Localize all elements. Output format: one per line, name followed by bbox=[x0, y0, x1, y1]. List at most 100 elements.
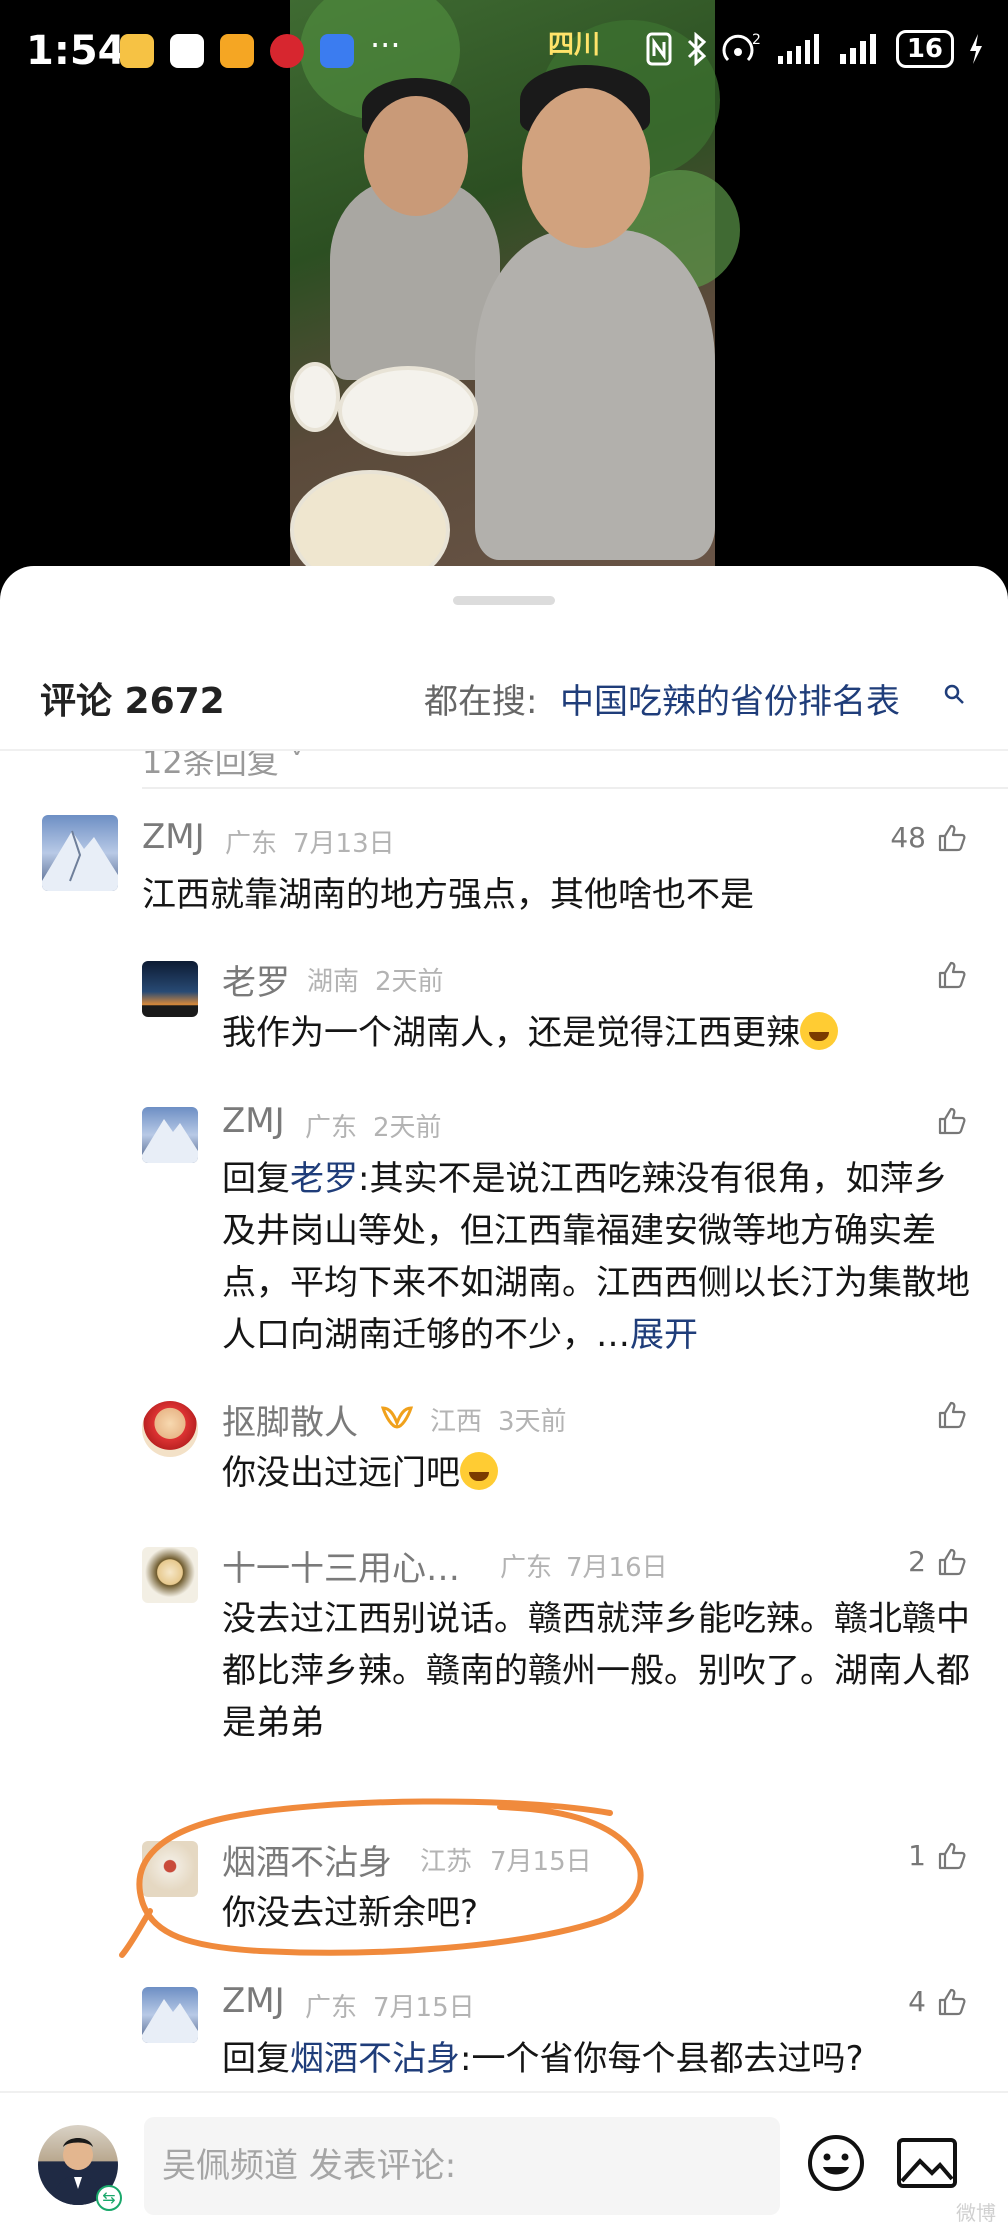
emoji-icon[interactable] bbox=[806, 2133, 866, 2193]
trending-search-link[interactable]: 中国吃辣的省份排名表 bbox=[560, 674, 900, 723]
comment-author[interactable]: ZMJ bbox=[222, 1101, 285, 1141]
like-count: 1 bbox=[908, 1839, 926, 1872]
hotspot-icon: 2 bbox=[722, 32, 761, 62]
avatar[interactable] bbox=[142, 1547, 198, 1603]
comment-text: 回复老罗:其实不是说江西吃辣没有很角，如萍乡及井岗山等处，但江西靠福建安微等地方… bbox=[222, 1153, 972, 1361]
comment-author[interactable]: 烟酒不沾身 bbox=[222, 1835, 392, 1884]
like-button[interactable]: 4 bbox=[908, 1985, 968, 2018]
comment-text: 江西就靠湖南的地方强点，其他啥也不是 bbox=[142, 875, 754, 915]
avatar[interactable] bbox=[142, 1401, 198, 1457]
comment-location: 湖南 bbox=[307, 967, 360, 997]
comment-time: 7月16日 bbox=[566, 1553, 668, 1583]
comment-header: 评论 2672 都在搜: 中国吃辣的省份排名表 bbox=[0, 666, 1008, 748]
reply-prefix: 回复 bbox=[222, 1159, 290, 1199]
comment-text: 回复烟酒不沾身:一个省你每个县都去过吗? bbox=[222, 2033, 982, 2081]
avatar[interactable] bbox=[142, 1107, 198, 1163]
thumbs-up-icon bbox=[938, 1107, 966, 1135]
battery-level: 16 bbox=[895, 30, 954, 68]
comment-author[interactable]: ZMJ bbox=[142, 817, 205, 857]
comment-time: 3天前 bbox=[498, 1407, 567, 1437]
search-icon[interactable] bbox=[942, 682, 966, 706]
reply-item[interactable]: 老罗 湖南 2天前 我作为一个湖南人，还是觉得江西更辣 bbox=[0, 947, 1008, 1067]
comment-author[interactable]: 抠脚散人 bbox=[222, 1395, 358, 1444]
comment-text: 你没出过远门吧 bbox=[222, 1447, 982, 1499]
reply-item[interactable]: ZMJ 广东 2天前 回复老罗:其实不是说江西吃辣没有很角，如萍乡及井岗山等处，… bbox=[0, 1093, 1008, 1355]
weibo-watermark: 微博 bbox=[956, 2201, 996, 2225]
thread-divider bbox=[142, 787, 1008, 789]
thumbs-up-icon bbox=[938, 1988, 966, 2015]
comment-author[interactable]: ZMJ bbox=[222, 1981, 285, 2021]
comment-time: 7月15日 bbox=[373, 1993, 475, 2023]
comment-text: 没去过江西别说话。赣西就萍乡能吃辣。赣北赣中都比萍乡辣。赣南的赣州一般。别吹了。… bbox=[222, 1599, 970, 1743]
comment-count: 评论 2672 bbox=[40, 681, 225, 722]
more-notifications-icon: ··· bbox=[370, 26, 401, 64]
comment-location: 江苏 bbox=[420, 1847, 473, 1877]
trending-search-label: 都在搜: bbox=[424, 682, 538, 722]
comment-time: 2天前 bbox=[375, 967, 444, 997]
avatar[interactable] bbox=[142, 961, 198, 1017]
comment-list[interactable]: 12条回复 ˅ ZMJ 广东 7月13日 48 江西就靠湖南的地方强点，其他啥也… bbox=[0, 751, 1008, 2081]
like-button[interactable]: 48 bbox=[890, 821, 968, 854]
thumbs-up-icon bbox=[938, 1548, 966, 1575]
avatar[interactable] bbox=[142, 1987, 198, 2043]
signal-icon-2 bbox=[839, 34, 876, 64]
comment-text-content: 你没出过远门吧 bbox=[222, 1453, 460, 1493]
comment-location: 广东 bbox=[225, 829, 278, 859]
comment-time: 7月13日 bbox=[293, 829, 395, 859]
reply-prefix: 回复 bbox=[222, 2039, 290, 2079]
comment-author[interactable]: 老罗 bbox=[222, 955, 290, 1004]
like-count: 48 bbox=[890, 821, 926, 854]
charging-icon bbox=[970, 34, 982, 64]
svg-text:2: 2 bbox=[752, 32, 761, 48]
thumbs-up-icon bbox=[938, 1401, 966, 1429]
comment-time: 7月15日 bbox=[490, 1847, 592, 1877]
comment-text-content: :一个省你每个县都去过吗? bbox=[460, 2039, 864, 2079]
bank-app-icon bbox=[270, 34, 304, 68]
location-indicator: 四川 bbox=[548, 30, 601, 60]
comment-text: 你没去过新余吧? bbox=[222, 1893, 479, 1933]
switch-account-icon[interactable]: ⇆ bbox=[96, 2185, 122, 2211]
reply-mention-link[interactable]: 老罗 bbox=[290, 1159, 358, 1199]
laugh-cry-emoji-icon bbox=[460, 1452, 498, 1490]
reply-item[interactable]: ZMJ 广东 7月15日 4 回复烟酒不沾身:一个省你每个县都去过吗? bbox=[0, 1973, 1008, 2081]
comment-location: 江西 bbox=[430, 1407, 483, 1437]
collapse-replies-toggle[interactable]: 12条回复 ˅ bbox=[142, 751, 305, 783]
comment-location: 广东 bbox=[305, 1113, 358, 1143]
bluetooth-icon bbox=[687, 32, 707, 66]
avatar[interactable] bbox=[42, 815, 118, 891]
comment-input-bar: ⇆ 微博 bbox=[0, 2091, 1008, 2232]
expand-button[interactable]: 展开 bbox=[630, 1315, 698, 1355]
like-count: 2 bbox=[908, 1545, 926, 1578]
weibo-app-icon bbox=[120, 34, 154, 68]
like-button[interactable]: 1 bbox=[908, 1839, 968, 1872]
reply-item[interactable]: 烟酒不沾身 江苏 7月15日 1 你没去过新余吧? bbox=[0, 1827, 1008, 1937]
comment-item[interactable]: ZMJ 广东 7月13日 48 江西就靠湖南的地方强点，其他啥也不是 bbox=[0, 801, 1008, 921]
comment-author[interactable]: 十一十三用心… bbox=[222, 1541, 460, 1590]
reply-mention-link[interactable]: 烟酒不沾身 bbox=[290, 2039, 460, 2079]
image-icon[interactable] bbox=[896, 2137, 958, 2189]
like-button[interactable] bbox=[926, 1105, 968, 1137]
reply-item[interactable]: 抠脚散人 江西 3天前 你没出过远门吧 bbox=[0, 1387, 1008, 1507]
like-button[interactable]: 2 bbox=[908, 1545, 968, 1578]
comment-time: 2天前 bbox=[373, 1113, 442, 1143]
thumbs-up-icon bbox=[938, 961, 966, 989]
comment-location: 广东 bbox=[305, 1993, 358, 2023]
like-button[interactable] bbox=[926, 1399, 968, 1431]
browser-app-icon bbox=[320, 34, 354, 68]
sheet-drag-handle[interactable] bbox=[453, 596, 555, 605]
nfc-icon bbox=[646, 32, 672, 66]
like-count: 4 bbox=[908, 1985, 926, 2018]
photos-app-icon bbox=[170, 34, 204, 68]
status-time: 1:54 bbox=[26, 28, 126, 74]
mail-app-icon bbox=[220, 34, 254, 68]
comment-location: 广东 bbox=[500, 1553, 553, 1583]
comment-sheet: 评论 2672 都在搜: 中国吃辣的省份排名表 12条回复 ˅ ZMJ 广东 7… bbox=[0, 566, 1008, 2232]
reply-item[interactable]: 十一十三用心… 广东 7月16日 2 没去过江西别说话。赣西就萍乡能吃辣。赣北赣… bbox=[0, 1533, 1008, 1743]
thumbs-up-icon bbox=[938, 824, 966, 851]
comment-input[interactable] bbox=[144, 2117, 780, 2215]
like-button[interactable] bbox=[926, 959, 968, 991]
avatar[interactable] bbox=[142, 1841, 198, 1897]
vip-badge-icon bbox=[380, 1406, 414, 1429]
laugh-cry-emoji-icon bbox=[800, 1012, 838, 1050]
status-bar: 1:54 ··· 四川 2 16 bbox=[0, 0, 1008, 110]
